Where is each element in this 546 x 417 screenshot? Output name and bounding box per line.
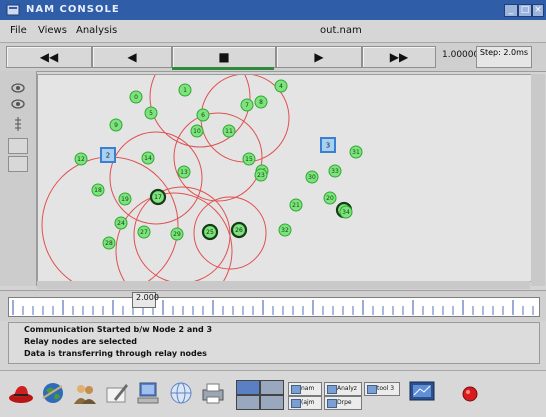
node-label: 24: [117, 220, 125, 227]
menu-views[interactable]: Views: [38, 25, 67, 36]
node-label: 34: [342, 209, 350, 216]
node-label: 13: [180, 169, 188, 176]
eye-zoom-in-icon[interactable]: [10, 82, 26, 94]
task-button-nam[interactable]: nam: [288, 382, 322, 396]
timeline-time-label: 2.000: [136, 293, 159, 302]
node-label: 30: [308, 174, 316, 181]
tool-slot[interactable]: [8, 156, 28, 172]
trace-filename: out.nam: [320, 25, 362, 36]
status-line: Data is transferring through relay nodes: [24, 349, 207, 358]
horizontal-scrollbar[interactable]: [37, 281, 530, 289]
node-label: 28: [105, 240, 113, 247]
step-size-control[interactable]: Step: 2.0ms: [476, 46, 532, 68]
tool-slot[interactable]: [8, 138, 28, 154]
node-label: 31: [352, 149, 360, 156]
close-button[interactable]: ×: [532, 4, 544, 17]
computer-icon[interactable]: [136, 380, 162, 406]
workspace-4[interactable]: [260, 395, 284, 410]
redhat-icon[interactable]: [8, 380, 34, 406]
node-label: 26: [235, 227, 243, 234]
node-label: 23: [257, 172, 265, 179]
task-label: nam: [301, 385, 315, 392]
node-label: 4: [279, 83, 283, 90]
node-label: 11: [225, 128, 233, 135]
title-bar: NAM CONSOLE _ □ ×: [0, 0, 546, 20]
node-label: 33: [331, 168, 339, 175]
vertical-scrollbar[interactable]: [531, 74, 545, 286]
node-label: 9: [114, 122, 118, 129]
app-icon[interactable]: [6, 4, 20, 16]
node-label: 27: [140, 229, 148, 236]
node-label: 1: [183, 87, 187, 94]
task-label: tool 3: [377, 385, 395, 392]
minimize-button[interactable]: _: [504, 4, 518, 17]
workspace-3[interactable]: [236, 395, 260, 410]
task-label: (ajm: [301, 399, 315, 406]
task-button-ajm[interactable]: (ajm: [288, 396, 322, 410]
menu-analysis[interactable]: Analysis: [76, 25, 117, 36]
node-label: 7: [245, 102, 249, 109]
menu-bar: File Views Analysis out.nam: [0, 20, 546, 43]
fast-forward-button[interactable]: ▶▶: [362, 46, 436, 68]
window-icon: [367, 385, 377, 394]
task-label: Drpe: [337, 399, 352, 406]
maximize-button[interactable]: □: [518, 4, 532, 17]
workspace-switcher: [236, 380, 284, 410]
status-line: Relay nodes are selected: [24, 337, 137, 346]
window-icon: [291, 385, 301, 394]
rewind-button[interactable]: ◀◀: [6, 46, 92, 68]
workspace-1[interactable]: [236, 380, 260, 395]
node-label: 3: [326, 141, 330, 149]
node-label: 25: [206, 229, 214, 236]
node-label: 15: [245, 156, 253, 163]
node-label: 8: [259, 99, 263, 106]
menu-file[interactable]: File: [10, 25, 27, 36]
task-button-tool[interactable]: tool 3: [364, 382, 400, 396]
node-label: 0: [134, 94, 138, 101]
step-back-button[interactable]: ◀: [92, 46, 172, 68]
node-label: 20: [326, 195, 334, 202]
node-label: 2: [106, 151, 110, 159]
window-icon: [327, 399, 337, 408]
timeline-slider[interactable]: [8, 297, 540, 317]
power-icon[interactable]: [462, 386, 478, 402]
node-label: 29: [173, 231, 181, 238]
eye-zoom-out-icon[interactable]: [10, 98, 26, 110]
node-label: 17: [154, 194, 162, 201]
timeline-ticks: [12, 300, 534, 315]
node-label: 12: [77, 156, 85, 163]
node-label: 21: [292, 202, 300, 209]
node-label: 19: [121, 196, 129, 203]
window-title: NAM CONSOLE: [26, 4, 120, 15]
task-button-analyz[interactable]: Analyz: [324, 382, 362, 396]
node-label: 14: [144, 155, 152, 162]
monitor-icon[interactable]: [408, 378, 436, 406]
pen-icon[interactable]: [104, 380, 130, 406]
people-icon[interactable]: [72, 380, 98, 406]
network-topology-canvas[interactable]: 0123456789101112131415161718192021222324…: [37, 74, 532, 282]
node-label: 32: [281, 227, 289, 234]
globe-icon[interactable]: [40, 380, 66, 406]
status-line: Communication Started b/w Node 2 and 3: [24, 325, 213, 334]
network-icon[interactable]: [168, 380, 194, 406]
workspace-2[interactable]: [260, 380, 284, 395]
ruler-icon[interactable]: [12, 116, 24, 132]
play-button[interactable]: ▶: [276, 46, 362, 68]
window-icon: [291, 399, 301, 408]
node-label: 10: [193, 128, 201, 135]
window-icon: [327, 385, 337, 394]
stop-button[interactable]: ■: [172, 46, 276, 68]
node-label: 6: [201, 112, 205, 119]
node-label: 5: [149, 110, 153, 117]
task-label: Analyz: [337, 385, 357, 392]
printer-icon[interactable]: [200, 380, 226, 406]
task-button-drpe[interactable]: Drpe: [324, 396, 362, 410]
transmission-range-circle: [109, 131, 203, 225]
topology-svg: 0123456789101112131415161718192021222324…: [41, 75, 363, 281]
node-label: 18: [94, 187, 102, 194]
playback-indicator: [172, 67, 274, 70]
